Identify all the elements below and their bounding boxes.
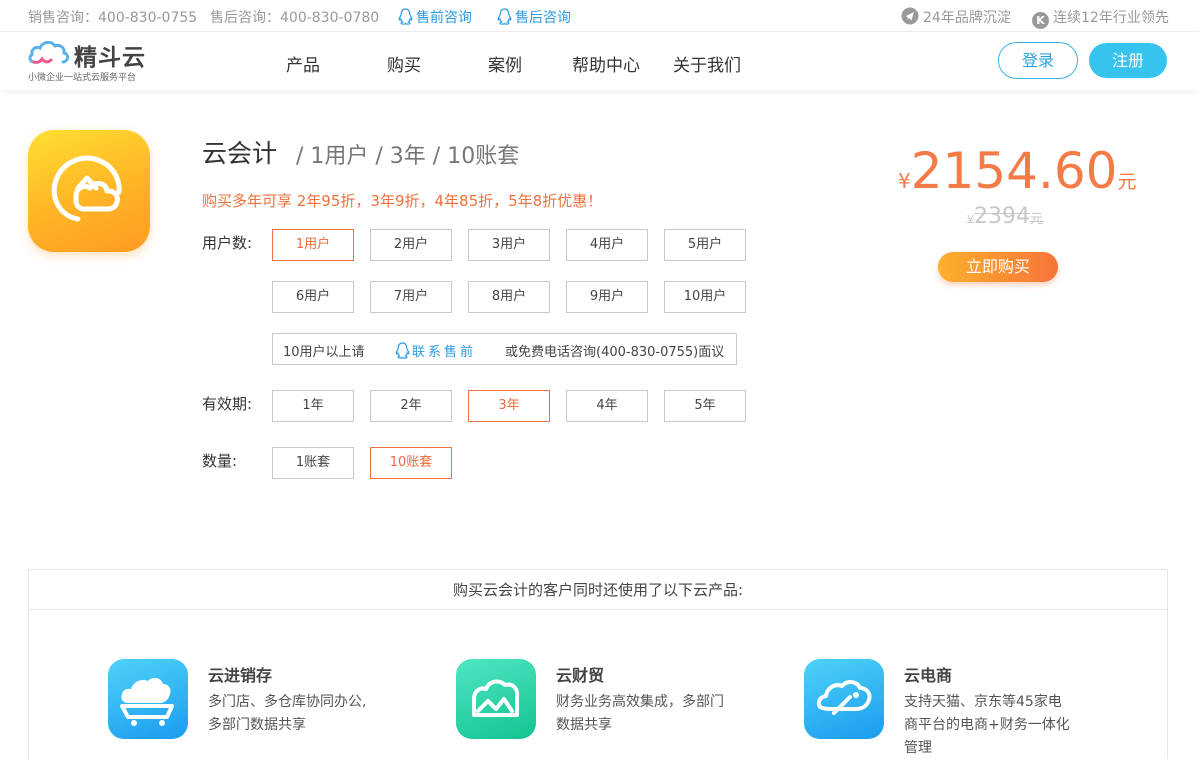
related-product-name[interactable]: 云进销存 xyxy=(208,662,272,686)
aftersale-qq-link[interactable]: 售后咨询 xyxy=(497,7,571,27)
nav-item-product[interactable]: 产品 xyxy=(286,51,320,76)
main-nav: 精斗云 小微企业一站式云服务平台 产品 购买 案例 帮助中心 关于我们 登录 注… xyxy=(0,32,1199,90)
related-product-name[interactable]: 云电商 xyxy=(904,662,952,686)
presale-phone: 销售咨询：400-830-0755 xyxy=(28,10,198,26)
logo-name: 精斗云 xyxy=(74,45,146,71)
original-price-value: 2394 xyxy=(974,204,1030,229)
qq-icon xyxy=(398,8,413,25)
more-users-prefix: 10用户以上请 xyxy=(283,345,365,360)
period-option[interactable]: 1年 xyxy=(272,390,354,422)
related-product-desc: 支持天猫、京东等45家电商平台的电商+财务一体化管理 xyxy=(904,694,1070,756)
nav-item-cases[interactable]: 案例 xyxy=(488,51,522,76)
related-product-desc: 多门店、多仓库协同办公,多部门数据共享 xyxy=(208,694,367,733)
period-option[interactable]: 4年 xyxy=(566,390,648,422)
qq-icon xyxy=(395,342,410,359)
users-option[interactable]: 10用户 xyxy=(664,281,746,313)
cloud-cart-icon xyxy=(120,677,174,726)
price-value: 2154.60 xyxy=(910,142,1118,200)
related-product-name[interactable]: 云财贸 xyxy=(556,662,604,686)
buy-now-button[interactable]: 立即购买 xyxy=(938,252,1058,282)
brand-years: 24年品牌沉淀 xyxy=(901,7,1011,27)
period-option[interactable]: 5年 xyxy=(664,390,746,422)
site-logo[interactable]: 精斗云 小微企业一站式云服务平台 xyxy=(28,38,158,83)
users-option[interactable]: 8用户 xyxy=(468,281,550,313)
users-option[interactable]: 6用户 xyxy=(272,281,354,313)
logo-slogan: 小微企业一站式云服务平台 xyxy=(28,73,137,83)
yun-kuaiji-app-icon xyxy=(28,130,150,252)
users-option[interactable]: 5用户 xyxy=(664,229,746,261)
original-price: ¥2394元 xyxy=(967,204,1044,229)
users-option[interactable]: 1用户 xyxy=(272,229,354,261)
aftersale-phone: 售后咨询：400-830-0780 xyxy=(210,10,380,26)
period-option[interactable]: 3年 xyxy=(468,390,550,422)
period-option[interactable]: 2年 xyxy=(370,390,452,422)
nav-item-buy[interactable]: 购买 xyxy=(387,51,421,76)
quantity-option[interactable]: 10账套 xyxy=(370,447,452,479)
cloud-account-icon xyxy=(51,155,122,222)
period-label: 有效期: xyxy=(202,395,253,413)
product-spec: / 1用户 / 3年 / 10账套 xyxy=(296,144,520,169)
contact-presale-link[interactable]: 联系售前 xyxy=(395,341,476,360)
users-label: 用户数: xyxy=(202,234,253,252)
top-info-bar: 销售咨询：400-830-0755 售后咨询：400-830-0780 售前咨询… xyxy=(0,0,1199,32)
related-product-icon[interactable] xyxy=(456,659,536,739)
related-heading: 购买云会计的客户同时还使用了以下云产品: xyxy=(29,570,1167,610)
related-product-desc: 财务业务高效集成，多部门数据共享 xyxy=(556,694,724,733)
price-unit: 元 xyxy=(1117,171,1137,193)
related-product-icon[interactable] xyxy=(804,659,884,739)
users-option[interactable]: 3用户 xyxy=(468,229,550,261)
presale-qq-label: 售前咨询 xyxy=(416,10,472,26)
quantity-option[interactable]: 1账套 xyxy=(272,447,354,479)
register-button[interactable]: 注册 xyxy=(1089,43,1167,78)
presale-qq-link[interactable]: 售前咨询 xyxy=(398,7,472,27)
promo-text: 购买多年可享 2年95折，3年9折，4年85折，5年8折优惠！ xyxy=(202,192,603,210)
cloud-chart-icon xyxy=(472,679,520,717)
quantity-label: 数量: xyxy=(202,452,238,470)
login-button[interactable]: 登录 xyxy=(998,42,1078,79)
qq-icon xyxy=(497,8,512,25)
current-price: ¥2154.60元 xyxy=(898,142,1137,200)
industry-lead: K 连续12年行业领先 xyxy=(1032,7,1169,29)
more-users-suffix: 或免费电话咨询(400-830-0755)面议 xyxy=(505,345,725,360)
product-name: 云会计 xyxy=(202,139,278,168)
users-option[interactable]: 4用户 xyxy=(566,229,648,261)
paper-plane-icon xyxy=(901,7,919,25)
users-option[interactable]: 2用户 xyxy=(370,229,452,261)
nav-item-about[interactable]: 关于我们 xyxy=(673,51,741,76)
price-currency: ¥ xyxy=(898,169,911,193)
users-option[interactable]: 7用户 xyxy=(370,281,452,313)
related-product-icon[interactable] xyxy=(108,659,188,739)
price-tag-icon xyxy=(816,680,872,715)
k-badge-icon: K xyxy=(1032,12,1049,29)
cloud-logo-icon xyxy=(28,40,70,64)
more-users-notice: 10用户以上请 联系售前 或免费电话咨询(400-830-0755)面议 xyxy=(272,333,737,365)
nav-item-help[interactable]: 帮助中心 xyxy=(572,51,640,76)
related-products: 购买云会计的客户同时还使用了以下云产品: 云进销存 多门店、多仓库协同办公,多部… xyxy=(28,569,1168,759)
users-option[interactable]: 9用户 xyxy=(566,281,648,313)
aftersale-qq-label: 售后咨询 xyxy=(515,10,571,26)
